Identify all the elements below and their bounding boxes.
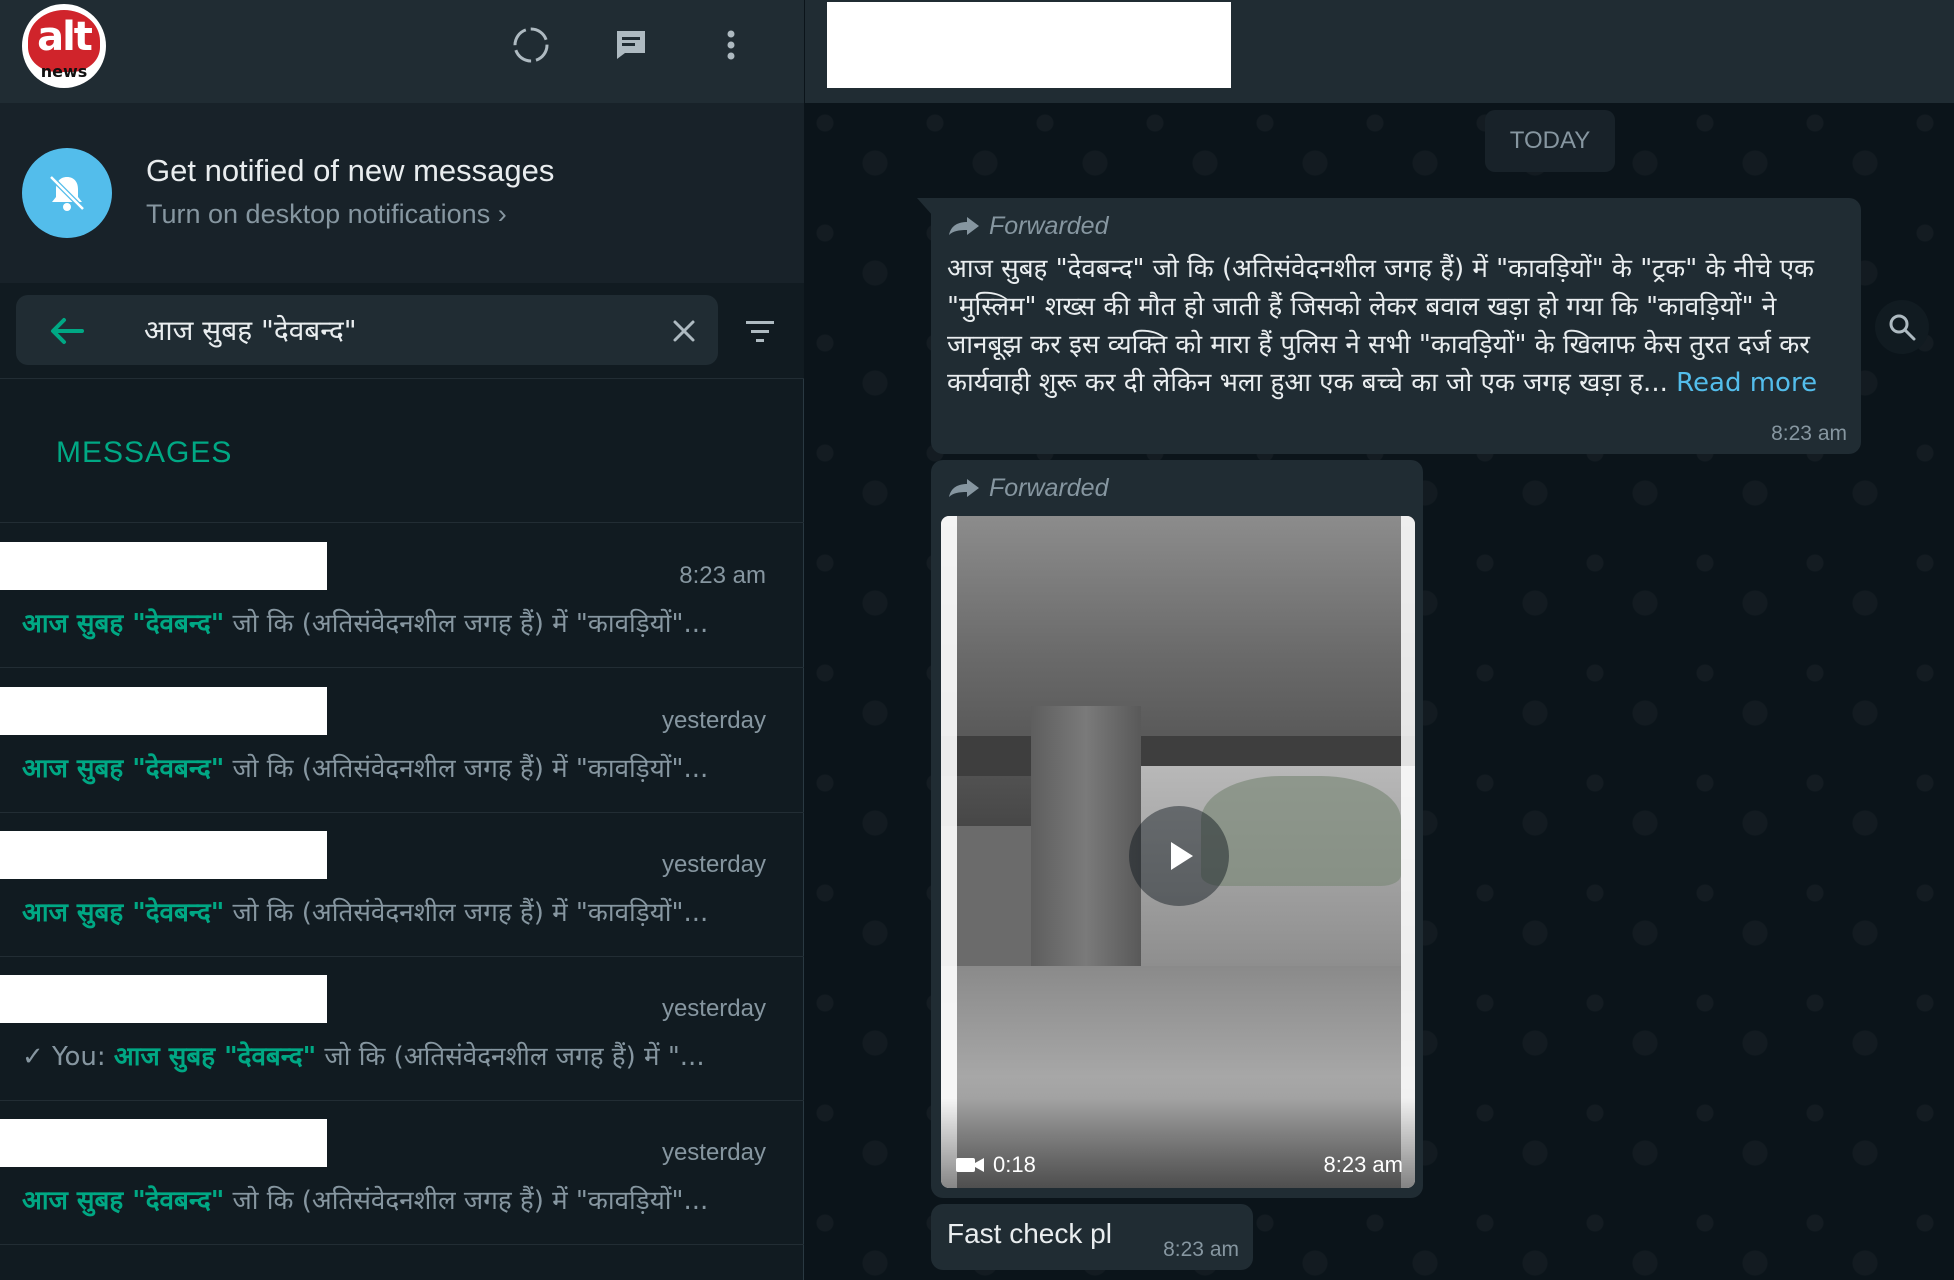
status-icon[interactable] <box>506 20 556 70</box>
message-time: 8:23 am <box>1771 422 1847 445</box>
result-time: yesterday <box>661 707 766 734</box>
profile-avatar[interactable]: alt news <box>22 4 106 88</box>
result-snippet: आज सुबह "देवबन्द" जो कि (अतिसंवेदनशील जग… <box>22 893 762 929</box>
message-bubble-video[interactable]: Forwarded 0:18 8:23 am <box>931 460 1423 1198</box>
date-chip: TODAY <box>1485 110 1615 172</box>
result-snippet: आज सुबह "देवबन्द" जो कि (अतिसंवेदनशील जग… <box>22 1181 762 1217</box>
bell-off-icon <box>22 148 112 238</box>
snippet-rest: जो कि (अतिसंवेदनशील जगह हैं) में "कावड़ि… <box>224 609 709 639</box>
snippet-rest: जो कि (अतिसंवेदनशील जगह हैं) में "कावड़ि… <box>224 898 709 928</box>
divider <box>0 522 804 523</box>
snippet-rest: जो कि (अतिसंवेदनशील जगह हैं) में "कावड़ि… <box>224 1186 709 1216</box>
filter-icon[interactable] <box>740 311 780 351</box>
search-match-highlight: आज सुबह "देवबन्द" <box>22 898 225 928</box>
search-result-item[interactable]: yesterday आज सुबह "देवबन्द" जो कि (अतिसंव… <box>0 1101 804 1245</box>
search-box[interactable] <box>16 295 718 365</box>
search-match-highlight: आज सुबह "देवबन्द" <box>22 609 225 639</box>
forwarded-indicator: Forwarded <box>947 474 1109 503</box>
message-text: आज सुबह "देवबन्द" जो कि (अतिसंवेदनशील जग… <box>947 250 1847 402</box>
logo-text-news: news <box>40 62 88 81</box>
search-result-item[interactable]: 8:23 am आज सुबह "देवबन्द" जो कि (अतिसंवेद… <box>0 524 804 668</box>
divider <box>0 1244 804 1245</box>
search-match-highlight: आज सुबह "देवबन्द" <box>113 1042 317 1072</box>
video-thumbnail[interactable]: 0:18 8:23 am <box>941 516 1415 1188</box>
redacted-chat-name <box>0 975 327 1023</box>
conversation-pane: TODAY Forwarded आज सुबह "देवबन्द" जो कि … <box>805 0 1954 1280</box>
notification-banner[interactable]: Get notified of new messages Turn on des… <box>0 103 804 283</box>
notification-title: Get notified of new messages <box>146 153 555 188</box>
redacted-chat-name <box>0 831 327 879</box>
play-icon[interactable] <box>1129 806 1229 906</box>
search-in-chat-icon[interactable] <box>1875 300 1929 354</box>
video-frame-edge <box>941 516 957 1188</box>
sent-by-you-prefix: ✓ You: <box>22 1042 114 1072</box>
message-bubble-text[interactable]: Forwarded आज सुबह "देवबन्द" जो कि (अतिसं… <box>931 198 1861 454</box>
menu-icon[interactable] <box>706 20 756 70</box>
result-time: 8:23 am <box>679 562 766 589</box>
new-chat-icon[interactable] <box>606 20 656 70</box>
snippet-rest: जो कि (अतिसंवेदनशील जगह हैं) में "... <box>316 1042 705 1072</box>
message-text: Fast check pl <box>947 1218 1112 1249</box>
result-snippet: आज सुबह "देवबन्द" जो कि (अतिसंवेदनशील जग… <box>22 604 762 640</box>
result-time: yesterday <box>661 851 766 878</box>
search-input[interactable] <box>144 307 664 353</box>
search-result-item[interactable]: yesterday ✓ You: आज सुबह "देवबन्द" जो कि … <box>0 957 804 1101</box>
conversation-header[interactable] <box>805 0 1954 103</box>
enable-notifications-link[interactable]: Turn on desktop notifications › <box>146 199 507 230</box>
message-time: 8:23 am <box>1163 1238 1239 1261</box>
messages-section-label: MESSAGES <box>56 436 233 469</box>
divider <box>0 667 804 668</box>
message-time: 8:23 am <box>1323 1152 1404 1177</box>
logo-text-alt: alt <box>37 14 93 60</box>
redacted-chat-name <box>0 542 327 590</box>
result-time: yesterday <box>661 995 766 1022</box>
redacted-chat-name <box>0 1119 327 1167</box>
search-match-highlight: आज सुबह "देवबन्द" <box>22 754 225 784</box>
redacted-contact-name <box>827 2 1231 88</box>
search-result-item[interactable]: yesterday आज सुबह "देवबन्द" जो कि (अतिसंव… <box>0 669 804 813</box>
forwarded-indicator: Forwarded <box>947 212 1109 241</box>
search-match-highlight: आज सुबह "देवबन्द" <box>22 1186 225 1216</box>
result-snippet: आज सुबह "देवबन्द" जो कि (अतिसंवेदनशील जग… <box>22 749 762 785</box>
read-more-link[interactable]: Read more <box>1676 368 1817 398</box>
snippet-rest: जो कि (अतिसंवेदनशील जगह हैं) में "कावड़ि… <box>224 754 709 784</box>
result-snippet: ✓ You: आज सुबह "देवबन्द" जो कि (अतिसंवेद… <box>22 1037 762 1073</box>
video-duration-text: 0:18 <box>993 1152 1036 1177</box>
chat-list-pane: alt news Get notified of new messages Tu… <box>0 0 804 1280</box>
forward-arrow-icon <box>949 478 979 497</box>
back-arrow-icon[interactable] <box>46 311 86 351</box>
search-bar <box>0 283 804 379</box>
left-header: alt news <box>0 0 804 103</box>
chat-background: TODAY Forwarded आज सुबह "देवबन्द" जो कि … <box>805 103 1954 1280</box>
result-time: yesterday <box>661 1139 766 1166</box>
close-icon[interactable] <box>666 313 702 349</box>
forward-arrow-icon <box>949 216 979 235</box>
message-bubble-text[interactable]: Fast check pl 8:23 am <box>931 1204 1253 1270</box>
redacted-chat-name <box>0 687 327 735</box>
forwarded-label: Forwarded <box>989 474 1109 502</box>
video-camera-icon <box>956 1158 984 1172</box>
forwarded-label: Forwarded <box>989 212 1109 240</box>
video-frame-edge <box>1401 516 1415 1188</box>
search-result-item[interactable]: yesterday आज सुबह "देवबन्द" जो कि (अतिसंव… <box>0 813 804 957</box>
video-duration: 0:18 <box>955 1152 1036 1178</box>
video-frame-trees <box>1201 776 1401 886</box>
